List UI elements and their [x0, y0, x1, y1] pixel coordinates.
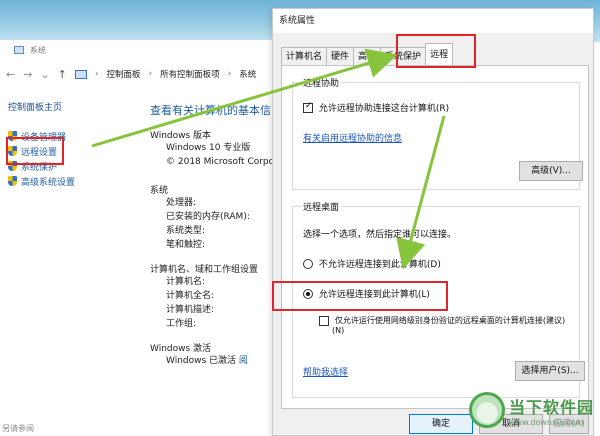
- remote-assistance-help-text[interactable]: 有关启用远程协助的信息: [303, 134, 402, 144]
- system-icon: [14, 46, 24, 54]
- computer-row: 计算机名:: [166, 277, 206, 287]
- system-row: 已安装的内存(RAM):: [166, 212, 250, 222]
- system-properties-dialog: 系统属性 计算机名 硬件 高级 系统保护 远程 远程协助 允许远程协助连接这台计…: [272, 8, 594, 436]
- control-panel-icon: [74, 69, 87, 79]
- remote-desktop-group: 远程桌面 选择一个选项，然后指定谁可以连接。 不允许远程连接到此计算机(D) 允…: [292, 200, 585, 398]
- remote-assistance-checkbox-label: 允许远程协助连接这台计算机(R): [318, 104, 450, 114]
- sidebar-item-remote-settings[interactable]: 远程设置: [8, 144, 138, 158]
- help-me-choose-link[interactable]: 帮助我选择: [303, 365, 348, 378]
- left-navigation: 控制面板主页 设备管理器 远程设置 系统保护 高级系统设置: [8, 100, 138, 188]
- system-row: 笔和触控:: [166, 240, 206, 250]
- system-row: 处理器:: [166, 198, 197, 208]
- advanced-button[interactable]: 高级(V)...: [519, 161, 583, 181]
- see-also-label: 另请参阅: [2, 424, 34, 433]
- system-window: 系统 ← → ⌄ ↑ › 控制面板 › 所有控制面板项 › 系统 控制面板主页 …: [0, 40, 280, 436]
- system-window-title: 系统: [30, 45, 46, 55]
- control-panel-home-link[interactable]: 控制面板主页: [8, 100, 138, 113]
- address-bar: ← → ⌄ ↑ › 控制面板 › 所有控制面板项 › 系统: [0, 64, 280, 84]
- breadcrumb-system[interactable]: 系统: [239, 68, 256, 80]
- shield-icon: [8, 146, 17, 156]
- sidebar-item-device-manager[interactable]: 设备管理器: [8, 129, 138, 143]
- activation-row: Windows 已激活 阅: [150, 354, 280, 368]
- watermark-url: www.downxia.com: [508, 417, 584, 427]
- breadcrumb-separator-icon: ›: [94, 69, 99, 79]
- dialog-title: 系统属性: [273, 9, 593, 33]
- shield-icon: [8, 176, 17, 186]
- remote-assistance-checkbox-row[interactable]: 允许远程协助连接这台计算机(R): [303, 101, 449, 114]
- copyright-text: © 2018 Microsoft Corpo: [166, 157, 275, 167]
- nla-checkbox-suffix: (N): [332, 326, 345, 335]
- ok-button[interactable]: 确定: [409, 414, 473, 434]
- breadcrumb-separator-icon: ›: [148, 69, 153, 79]
- sidebar-item-label: 远程设置: [21, 147, 58, 158]
- tab-computer-name[interactable]: 计算机名: [281, 47, 328, 65]
- remote-desktop-title: 远程桌面: [301, 200, 342, 213]
- computer-row: 计算机全名:: [166, 291, 215, 301]
- remote-assistance-title: 远程协助: [301, 76, 342, 89]
- tab-system-protection[interactable]: 系统保护: [380, 47, 427, 65]
- watermark: 当下软件园 www.downxia.com: [468, 392, 594, 428]
- nla-checkbox-row[interactable]: 仅允许运行使用网络级别身份验证的远程桌面的计算机连接(建议) (N): [319, 315, 581, 335]
- radio-deny[interactable]: [303, 258, 313, 269]
- shield-icon: [8, 131, 17, 141]
- up-arrow-icon[interactable]: ↑: [58, 68, 67, 81]
- breadcrumb-all-items[interactable]: 所有控制面板项: [160, 68, 220, 80]
- remote-tab-panel: 远程协助 允许远程协助连接这台计算机(R) 有关启用远程协助的信息 高级(V).…: [281, 65, 589, 409]
- computer-row: 计算机描述:: [166, 305, 215, 315]
- activation-section-title: Windows 激活: [150, 344, 212, 354]
- system-section-title: 系统: [150, 186, 169, 196]
- system-main-content: 查看有关计算机的基本信 Windows 版本 Windows 10 专业版 © …: [150, 102, 280, 368]
- tab-hardware[interactable]: 硬件: [326, 47, 355, 65]
- tab-remote[interactable]: 远程: [425, 43, 454, 65]
- breadcrumb-separator-icon: ›: [227, 69, 232, 79]
- shield-icon: [8, 161, 17, 171]
- nla-checkbox-label: 仅允许运行使用网络级别身份验证的远程桌面的计算机连接(建议): [334, 316, 566, 325]
- edition-section-title: Windows 版本: [150, 131, 212, 141]
- help-me-choose-text[interactable]: 帮助我选择: [303, 368, 348, 378]
- tab-advanced[interactable]: 高级: [353, 47, 382, 65]
- computer-row: 工作组:: [166, 319, 197, 329]
- back-arrow-icon[interactable]: ←: [6, 68, 15, 81]
- remote-assistance-help-link[interactable]: 有关启用远程协助的信息: [303, 131, 402, 144]
- remote-assistance-checkbox[interactable]: [303, 101, 313, 113]
- sidebar-item-system-protection[interactable]: 系统保护: [8, 159, 138, 173]
- watermark-logo-icon: [468, 392, 505, 428]
- remote-assistance-group: 远程协助 允许远程协助连接这台计算机(R) 有关启用远程协助的信息 高级(V).…: [292, 76, 583, 190]
- dialog-tabs: 计算机名 硬件 高级 系统保护 远程: [281, 43, 454, 65]
- radio-allow-row[interactable]: 允许远程连接到此计算机(L): [303, 287, 430, 300]
- watermark-text: 当下软件园 www.downxia.com: [509, 394, 594, 427]
- radio-allow-label: 允许远程连接到此计算机(L): [318, 290, 430, 300]
- watermark-brand: 当下软件园: [508, 397, 594, 417]
- recent-chevron-icon[interactable]: ⌄: [40, 68, 49, 81]
- remote-desktop-instruction: 选择一个选项，然后指定谁可以连接。: [303, 230, 457, 240]
- radio-deny-label: 不允许远程连接到此计算机(D): [318, 260, 441, 270]
- nla-checkbox[interactable]: [319, 315, 329, 326]
- activation-terms-link[interactable]: 阅: [239, 356, 248, 366]
- system-window-titlebar: 系统: [0, 40, 279, 60]
- sidebar-item-label: 设备管理器: [21, 132, 67, 143]
- sidebar-item-label: 系统保护: [21, 162, 58, 173]
- computer-section-title: 计算机名、域和工作组设置: [150, 265, 259, 275]
- edition-value: Windows 10 专业版: [166, 143, 251, 153]
- sidebar-item-label: 高级系统设置: [21, 177, 76, 188]
- forward-arrow-icon[interactable]: →: [23, 68, 32, 81]
- activation-status: Windows 已激活: [166, 356, 237, 366]
- sidebar-item-advanced-system-settings[interactable]: 高级系统设置: [8, 174, 138, 188]
- page-title: 查看有关计算机的基本信: [150, 104, 271, 117]
- system-row: 系统类型:: [166, 226, 206, 236]
- select-users-button[interactable]: 选择用户(S)...: [515, 361, 585, 381]
- radio-deny-row[interactable]: 不允许远程连接到此计算机(D): [303, 257, 441, 270]
- radio-allow[interactable]: [303, 288, 313, 299]
- breadcrumb-control-panel[interactable]: 控制面板: [106, 68, 140, 80]
